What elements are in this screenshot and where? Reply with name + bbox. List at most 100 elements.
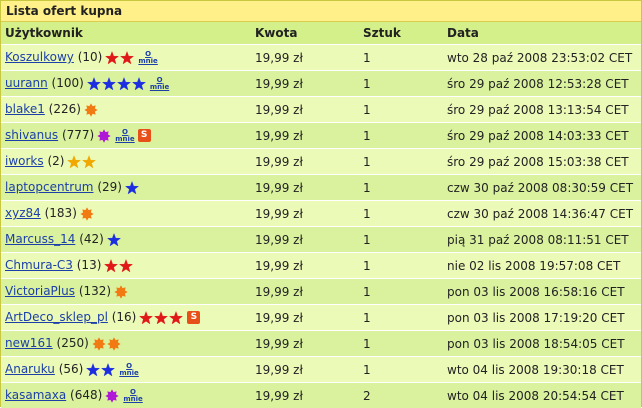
blue-star-icon bbox=[86, 363, 100, 377]
about-me-icon[interactable]: Omnie bbox=[150, 77, 169, 91]
cell-user: shivanus (777) Omnie S bbox=[1, 123, 251, 149]
user-badges bbox=[87, 76, 147, 91]
red-star-icon bbox=[139, 311, 153, 325]
user-score: (183) bbox=[45, 206, 77, 220]
user-link[interactable]: shivanus bbox=[5, 128, 58, 142]
user-link[interactable]: blake1 bbox=[5, 102, 45, 116]
cell-date: śro 29 paź 2008 15:03:38 CET bbox=[443, 149, 641, 175]
table-row: ArtDeco_sklep_pl (16)S19,99 zł1pon 03 li… bbox=[1, 305, 641, 331]
cell-amount: 19,99 zł bbox=[251, 357, 359, 383]
user-badges bbox=[105, 388, 120, 403]
cell-amount: 19,99 zł bbox=[251, 305, 359, 331]
cell-date: śro 29 paź 2008 13:13:54 CET bbox=[443, 97, 641, 123]
user-score: (56) bbox=[59, 362, 84, 376]
purple-gear-icon bbox=[105, 389, 119, 403]
cell-qty: 1 bbox=[359, 331, 443, 357]
user-score: (29) bbox=[97, 180, 122, 194]
cell-qty: 1 bbox=[359, 175, 443, 201]
column-header-amount: Kwota bbox=[251, 22, 359, 45]
user-score: (132) bbox=[79, 284, 111, 298]
user-link[interactable]: kasamaxa bbox=[5, 388, 66, 402]
table-header-row: Użytkownik Kwota Sztuk Data bbox=[1, 22, 641, 45]
cell-date: wto 04 lis 2008 19:30:18 CET bbox=[443, 357, 641, 383]
cell-qty: 1 bbox=[359, 305, 443, 331]
user-link[interactable]: uurann bbox=[5, 76, 48, 90]
user-badges bbox=[84, 102, 99, 117]
table-row: Chmura-C3 (13)19,99 zł1nie 02 lis 2008 1… bbox=[1, 253, 641, 279]
cell-date: pon 03 lis 2008 17:19:20 CET bbox=[443, 305, 641, 331]
offers-panel: Lista ofert kupna Użytkownik Kwota Sztuk… bbox=[0, 0, 642, 407]
table-row: shivanus (777)OmnieS19,99 zł1śro 29 paź … bbox=[1, 123, 641, 149]
blue-star-icon bbox=[102, 77, 116, 91]
cell-amount: 19,99 zł bbox=[251, 175, 359, 201]
purple-gear-icon bbox=[97, 129, 111, 143]
user-score: (2) bbox=[47, 154, 64, 168]
column-header-qty: Sztuk bbox=[359, 22, 443, 45]
cell-user: kasamaxa (648)Omnie bbox=[1, 383, 251, 408]
user-link[interactable]: xyz84 bbox=[5, 206, 41, 220]
cell-date: wto 04 lis 2008 20:54:54 CET bbox=[443, 383, 641, 408]
cell-user: uurann (100) Omnie bbox=[1, 71, 251, 97]
table-row: xyz84 (183)19,99 zł1czw 30 paź 2008 14:3… bbox=[1, 201, 641, 227]
user-badges bbox=[97, 128, 112, 143]
table-row: VictoriaPlus (132)19,99 zł1pon 03 lis 20… bbox=[1, 279, 641, 305]
blue-star-icon bbox=[125, 181, 139, 195]
blue-star-icon bbox=[117, 77, 131, 91]
cell-qty: 1 bbox=[359, 279, 443, 305]
user-badges bbox=[125, 180, 140, 195]
cell-amount: 19,99 zł bbox=[251, 279, 359, 305]
user-score: (100) bbox=[52, 76, 84, 90]
cell-user: Marcuss_14 (42) bbox=[1, 227, 251, 253]
user-badges bbox=[92, 336, 122, 351]
user-link[interactable]: ArtDeco_sklep_pl bbox=[5, 310, 108, 324]
gold-star-icon bbox=[82, 155, 96, 169]
gold-star-icon bbox=[67, 155, 81, 169]
cell-amount: 19,99 zł bbox=[251, 97, 359, 123]
red-star-icon bbox=[119, 259, 133, 273]
user-badges bbox=[86, 362, 116, 377]
table-row: Marcuss_14 (42)19,99 zł1pią 31 paź 2008 … bbox=[1, 227, 641, 253]
red-star-icon bbox=[105, 51, 119, 65]
about-me-icon[interactable]: Omnie bbox=[119, 363, 138, 377]
cell-date: pią 31 paź 2008 08:11:51 CET bbox=[443, 227, 641, 253]
cell-user: new161 (250) bbox=[1, 331, 251, 357]
orange-gear-icon bbox=[92, 337, 106, 351]
user-link[interactable]: new161 bbox=[5, 336, 53, 350]
user-link[interactable]: Chmura-C3 bbox=[5, 258, 73, 272]
user-score: (777) bbox=[62, 128, 94, 142]
cell-qty: 1 bbox=[359, 201, 443, 227]
blue-star-icon bbox=[101, 363, 115, 377]
user-link[interactable]: VictoriaPlus bbox=[5, 284, 75, 298]
cell-amount: 19,99 zł bbox=[251, 71, 359, 97]
cell-qty: 1 bbox=[359, 123, 443, 149]
user-link[interactable]: laptopcentrum bbox=[5, 180, 94, 194]
red-star-icon bbox=[169, 311, 183, 325]
user-link[interactable]: Anaruku bbox=[5, 362, 55, 376]
table-row: uurann (100)Omnie19,99 zł1śro 29 paź 200… bbox=[1, 71, 641, 97]
cell-user: Koszulkowy (10) Omnie bbox=[1, 45, 251, 71]
user-link[interactable]: iworks bbox=[5, 154, 44, 168]
cell-date: czw 30 paź 2008 14:36:47 CET bbox=[443, 201, 641, 227]
user-link[interactable]: Koszulkowy bbox=[5, 50, 74, 64]
shop-icon[interactable]: S bbox=[138, 129, 151, 142]
cell-date: czw 30 paź 2008 08:30:59 CET bbox=[443, 175, 641, 201]
cell-qty: 1 bbox=[359, 149, 443, 175]
about-me-icon[interactable]: Omnie bbox=[138, 51, 157, 65]
cell-qty: 1 bbox=[359, 71, 443, 97]
user-link[interactable]: Marcuss_14 bbox=[5, 232, 75, 246]
user-score: (10) bbox=[78, 50, 103, 64]
shop-icon[interactable]: S bbox=[187, 311, 200, 324]
column-header-date: Data bbox=[443, 22, 641, 45]
cell-user: iworks (2) bbox=[1, 149, 251, 175]
column-header-user: Użytkownik bbox=[1, 22, 251, 45]
cell-amount: 19,99 zł bbox=[251, 149, 359, 175]
cell-qty: 1 bbox=[359, 227, 443, 253]
about-me-icon[interactable]: Omnie bbox=[115, 129, 134, 143]
cell-qty: 1 bbox=[359, 357, 443, 383]
cell-amount: 19,99 zł bbox=[251, 331, 359, 357]
blue-star-icon bbox=[132, 77, 146, 91]
cell-amount: 19,99 zł bbox=[251, 123, 359, 149]
cell-user: ArtDeco_sklep_pl (16)S bbox=[1, 305, 251, 331]
table-row: new161 (250)19,99 zł1pon 03 lis 2008 18:… bbox=[1, 331, 641, 357]
about-me-icon[interactable]: Omnie bbox=[123, 389, 142, 403]
